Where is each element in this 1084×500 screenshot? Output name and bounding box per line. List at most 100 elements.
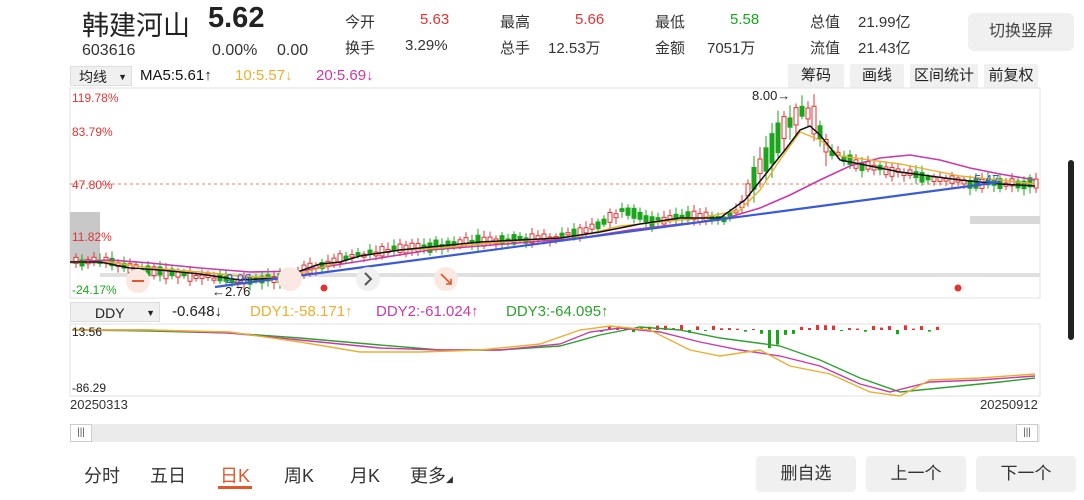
start-date: 20250313 <box>70 397 128 412</box>
ddy3-value: DDY3:-64.095↑ <box>506 303 609 320</box>
ddy-bar <box>776 330 779 345</box>
chip-bar <box>970 216 1040 224</box>
candle <box>607 211 613 223</box>
candle <box>355 252 361 256</box>
high-price-mark: 8.00→ <box>752 88 791 103</box>
candle <box>625 207 631 216</box>
candle <box>175 271 181 278</box>
ddy-bar <box>744 330 747 332</box>
candle <box>781 116 787 140</box>
y-axis-label: -24.17% <box>72 283 117 297</box>
tab-more[interactable]: 更多◢ <box>410 462 453 488</box>
delete-watchlist-button[interactable]: 删自选 <box>756 456 856 492</box>
ddy-bar <box>848 328 851 330</box>
ddy-bar <box>736 328 739 330</box>
ddy-bar <box>816 325 819 330</box>
ddy-bar <box>872 325 875 330</box>
scroll-indicator <box>1068 160 1074 340</box>
chevron-down-icon: ▼ <box>146 308 155 318</box>
ddy-bar <box>928 330 931 332</box>
candle <box>655 217 661 221</box>
candle <box>631 207 637 219</box>
trend-line <box>214 180 1001 289</box>
ddy-bar <box>800 326 803 330</box>
indicator-y-bottom: -86.29 <box>72 381 107 395</box>
ddy-bar <box>704 330 707 332</box>
ddy-bar <box>912 328 915 330</box>
previous-stock-button[interactable]: 上一个 <box>866 456 966 492</box>
ddy-bar <box>768 330 771 349</box>
ddy-bar <box>824 325 827 330</box>
scroll-handle-right[interactable]: ||| <box>1016 424 1038 442</box>
candle <box>805 107 811 120</box>
ddy1-value: DDY1:-58.171↑ <box>250 303 353 320</box>
active-tab-indicator <box>218 486 252 489</box>
next-stock-button[interactable]: 下一个 <box>976 456 1076 492</box>
candle <box>637 211 643 220</box>
y-axis-label: 119.78% <box>72 91 119 105</box>
candle <box>931 176 937 182</box>
candle <box>583 227 589 234</box>
range-scrollbar[interactable] <box>70 424 1040 442</box>
low-price-mark: ←2.76 <box>212 284 251 299</box>
ddy3-line <box>71 326 1036 393</box>
ddy-bar <box>808 327 811 330</box>
candle <box>565 232 571 236</box>
shrink-icon[interactable] <box>278 267 302 291</box>
next-arrow-icon[interactable] <box>356 267 380 291</box>
ddy-bar <box>632 330 635 333</box>
signal-dot <box>320 284 328 292</box>
y-axis-label: 11.82% <box>72 230 112 244</box>
ddy-bar <box>936 326 939 330</box>
end-date: 20250912 <box>980 397 1038 412</box>
trend-end-label: 5.47 <box>974 172 1000 187</box>
indicator-frame <box>69 323 1041 397</box>
tab-daily-k[interactable]: 日K <box>220 462 250 488</box>
candle <box>769 133 775 164</box>
ddy-bar <box>856 328 859 330</box>
candle <box>181 273 187 277</box>
candle <box>889 166 895 177</box>
ddy-bar <box>880 327 883 330</box>
scroll-handle-left[interactable]: ||| <box>70 424 92 442</box>
sub-indicator-select[interactable]: DDY ▼ <box>70 302 160 322</box>
candle <box>679 214 685 218</box>
ddy-bar <box>864 330 867 332</box>
ddy-bar <box>784 330 787 335</box>
candle <box>601 218 607 225</box>
y-axis-label: 47.80% <box>72 178 113 192</box>
ddy-bar <box>720 328 723 330</box>
candle <box>193 274 199 279</box>
candle <box>397 243 403 253</box>
ddy-value: -0.648↓ <box>172 303 223 320</box>
candle <box>775 122 781 154</box>
indicator-y-top: 13.56 <box>72 325 103 339</box>
signal-dot <box>954 284 962 292</box>
candle <box>883 166 889 176</box>
candle <box>787 117 793 128</box>
ddy-bar <box>888 326 891 330</box>
ddy-bar <box>712 325 715 330</box>
y-axis-label: 83.79% <box>72 125 113 139</box>
ddy-bar <box>728 328 731 330</box>
ddy2-value: DDY2:-61.024↑ <box>376 303 479 320</box>
tab-intraday[interactable]: 分时 <box>84 462 120 488</box>
ddy-bar <box>752 328 755 330</box>
ddy-bar <box>760 330 763 334</box>
candle <box>349 254 355 258</box>
tab-weekly-k[interactable]: 周K <box>284 462 314 488</box>
ddy-bar <box>840 330 843 332</box>
ddy-bar <box>696 326 699 330</box>
tab-five-day[interactable]: 五日 <box>150 462 186 488</box>
trend-start-label: 2.96 <box>226 271 252 286</box>
ddy-bar <box>832 325 835 330</box>
candle <box>799 105 805 117</box>
candle <box>589 223 595 230</box>
candle <box>595 221 601 230</box>
candle <box>613 213 619 219</box>
ddy-bar <box>896 330 899 335</box>
main-chart-frame <box>69 87 1041 299</box>
candle <box>199 274 205 279</box>
ddy2-line <box>72 327 1036 393</box>
tab-monthly-k[interactable]: 月K <box>350 462 380 488</box>
